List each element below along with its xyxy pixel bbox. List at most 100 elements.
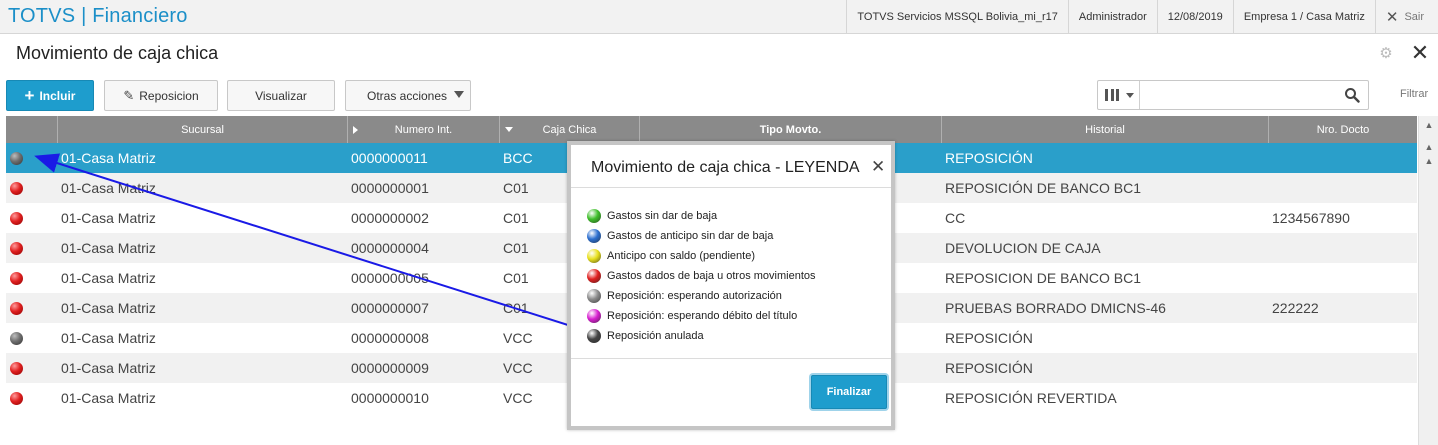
cell-historial: CC bbox=[945, 210, 966, 226]
cell-caja: C01 bbox=[503, 270, 529, 286]
col-caja-label: Caja Chica bbox=[542, 123, 597, 136]
cell-sucursal: 01-Casa Matriz bbox=[61, 390, 156, 406]
col-docto[interactable]: Nro. Docto bbox=[1269, 116, 1417, 143]
cell-historial: REPOSICIÓN DE BANCO BC1 bbox=[945, 180, 1142, 196]
legend-color-icon bbox=[587, 269, 601, 283]
scroll-top-icon[interactable]: ▲ bbox=[1419, 120, 1438, 130]
cell-docto: 1234567890 bbox=[1272, 210, 1350, 226]
search-box bbox=[1097, 80, 1369, 110]
legend-dialog: Movimiento de caja chica - LEYENDA ✕ Gas… bbox=[567, 141, 895, 430]
legend-label: Reposición anulada bbox=[607, 330, 704, 342]
page-close-button[interactable]: ✕ bbox=[1410, 42, 1430, 64]
cell-sucursal: 01-Casa Matriz bbox=[61, 300, 156, 316]
cell-historial: PRUEBAS BORRADO DMICNS-46 bbox=[945, 300, 1166, 316]
vertical-scrollbar[interactable]: ▲ ▲ ▲ bbox=[1418, 116, 1438, 445]
pencil-icon: ✎ bbox=[123, 87, 135, 103]
close-icon: ✕ bbox=[1385, 9, 1399, 26]
cell-numero: 0000000005 bbox=[351, 270, 429, 286]
visualizar-label: Visualizar bbox=[255, 88, 307, 103]
cell-caja: C01 bbox=[503, 300, 529, 316]
legend-color-icon bbox=[587, 229, 601, 243]
cell-caja: VCC bbox=[503, 330, 533, 346]
scroll-up-icon[interactable]: ▲ bbox=[1419, 142, 1438, 152]
otras-acciones-dropdown[interactable]: Otras acciones bbox=[345, 80, 471, 111]
incluir-label: Incluir bbox=[39, 88, 76, 103]
page-title: Movimiento de caja chica bbox=[16, 43, 219, 63]
cell-caja: BCC bbox=[503, 150, 533, 166]
cell-numero: 0000000004 bbox=[351, 240, 429, 256]
user-name: Administrador bbox=[1067, 0, 1157, 34]
status-dot-icon bbox=[10, 272, 23, 285]
reposicion-label: Reposicion bbox=[139, 88, 199, 103]
columns-icon bbox=[1105, 89, 1119, 101]
legend-label: Anticipo con saldo (pendiente) bbox=[607, 250, 755, 262]
cell-sucursal: 01-Casa Matriz bbox=[61, 270, 156, 286]
divider bbox=[571, 358, 891, 359]
col-numero-label: Numero Int. bbox=[394, 123, 453, 136]
col-status[interactable] bbox=[6, 116, 58, 143]
cell-numero: 0000000011 bbox=[351, 150, 428, 166]
visualizar-button[interactable]: Visualizar bbox=[227, 80, 335, 111]
expand-icon bbox=[353, 126, 358, 134]
cell-numero: 0000000001 bbox=[351, 180, 429, 196]
cell-docto: 222222 bbox=[1272, 300, 1319, 316]
legend-label: Gastos dados de baja u otros movimientos bbox=[607, 270, 816, 282]
status-dot-icon bbox=[10, 242, 23, 255]
legend-label: Gastos sin dar de baja bbox=[607, 210, 718, 222]
sort-down-icon bbox=[505, 127, 513, 132]
col-tipo[interactable]: Tipo Movto. bbox=[640, 116, 942, 143]
legend-color-icon bbox=[587, 309, 601, 323]
status-dot-icon bbox=[10, 302, 23, 315]
status-dot-icon bbox=[10, 152, 23, 165]
search-icon[interactable] bbox=[1344, 87, 1360, 103]
app-title: TOTVS | Financiero bbox=[8, 5, 188, 27]
grid-header: Sucursal Numero Int. Caja Chica Tipo Mov… bbox=[6, 116, 1417, 143]
session-info: TOTVS Servicios MSSQL Bolivia_mi_r17 Adm… bbox=[846, 0, 1438, 34]
col-numero[interactable]: Numero Int. bbox=[348, 116, 500, 143]
scroll-up-icon[interactable]: ▲ bbox=[1419, 156, 1438, 166]
cell-caja: VCC bbox=[503, 360, 533, 376]
cell-caja: VCC bbox=[503, 390, 533, 406]
column-selector[interactable] bbox=[1098, 81, 1140, 109]
cell-sucursal: 01-Casa Matriz bbox=[61, 240, 156, 256]
finalizar-button[interactable]: Finalizar bbox=[811, 375, 887, 409]
gear-icon[interactable]: ⚙ bbox=[1378, 46, 1394, 62]
plus-icon: + bbox=[24, 85, 35, 105]
divider bbox=[571, 187, 891, 188]
close-icon[interactable]: ✕ bbox=[871, 157, 885, 177]
cell-sucursal: 01-Casa Matriz bbox=[61, 150, 156, 166]
chevron-down-icon bbox=[454, 91, 464, 98]
company-name[interactable]: Empresa 1 / Casa Matriz bbox=[1232, 0, 1375, 34]
search-input[interactable] bbox=[1142, 83, 1332, 107]
status-dot-icon bbox=[10, 212, 23, 225]
cell-sucursal: 01-Casa Matriz bbox=[61, 330, 156, 346]
cell-historial: DEVOLUCION DE CAJA bbox=[945, 240, 1101, 256]
cell-historial: REPOSICIÓN bbox=[945, 150, 1033, 166]
reposicion-button[interactable]: ✎ Reposicion bbox=[104, 80, 218, 111]
cell-sucursal: 01-Casa Matriz bbox=[61, 360, 156, 376]
exit-button[interactable]: ✕ Sair bbox=[1374, 0, 1438, 34]
status-dot-icon bbox=[10, 332, 23, 345]
cell-historial: REPOSICIÓN bbox=[945, 360, 1033, 376]
incluir-button[interactable]: + Incluir bbox=[6, 80, 94, 111]
filter-link[interactable]: Filtrar bbox=[1400, 88, 1428, 100]
col-sucursal[interactable]: Sucursal bbox=[58, 116, 348, 143]
status-dot-icon bbox=[10, 182, 23, 195]
col-historial[interactable]: Historial bbox=[942, 116, 1269, 143]
col-caja[interactable]: Caja Chica bbox=[500, 116, 640, 143]
chevron-down-icon bbox=[1126, 93, 1134, 98]
cell-caja: C01 bbox=[503, 240, 529, 256]
cell-caja: C01 bbox=[503, 180, 529, 196]
cell-sucursal: 01-Casa Matriz bbox=[61, 180, 156, 196]
legend-color-icon bbox=[587, 329, 601, 343]
status-dot-icon bbox=[10, 362, 23, 375]
top-bar: TOTVS | Financiero TOTVS Servicios MSSQL… bbox=[0, 0, 1438, 34]
cell-numero: 0000000002 bbox=[351, 210, 429, 226]
cell-sucursal: 01-Casa Matriz bbox=[61, 210, 156, 226]
cell-numero: 0000000009 bbox=[351, 360, 429, 376]
legend-label: Reposición: esperando débito del título bbox=[607, 310, 798, 322]
session-date: 12/08/2019 bbox=[1156, 0, 1233, 34]
server-name: TOTVS Servicios MSSQL Bolivia_mi_r17 bbox=[846, 0, 1068, 34]
otras-acciones-label: Otras acciones bbox=[367, 88, 448, 103]
legend-label: Gastos de anticipo sin dar de baja bbox=[607, 230, 774, 242]
